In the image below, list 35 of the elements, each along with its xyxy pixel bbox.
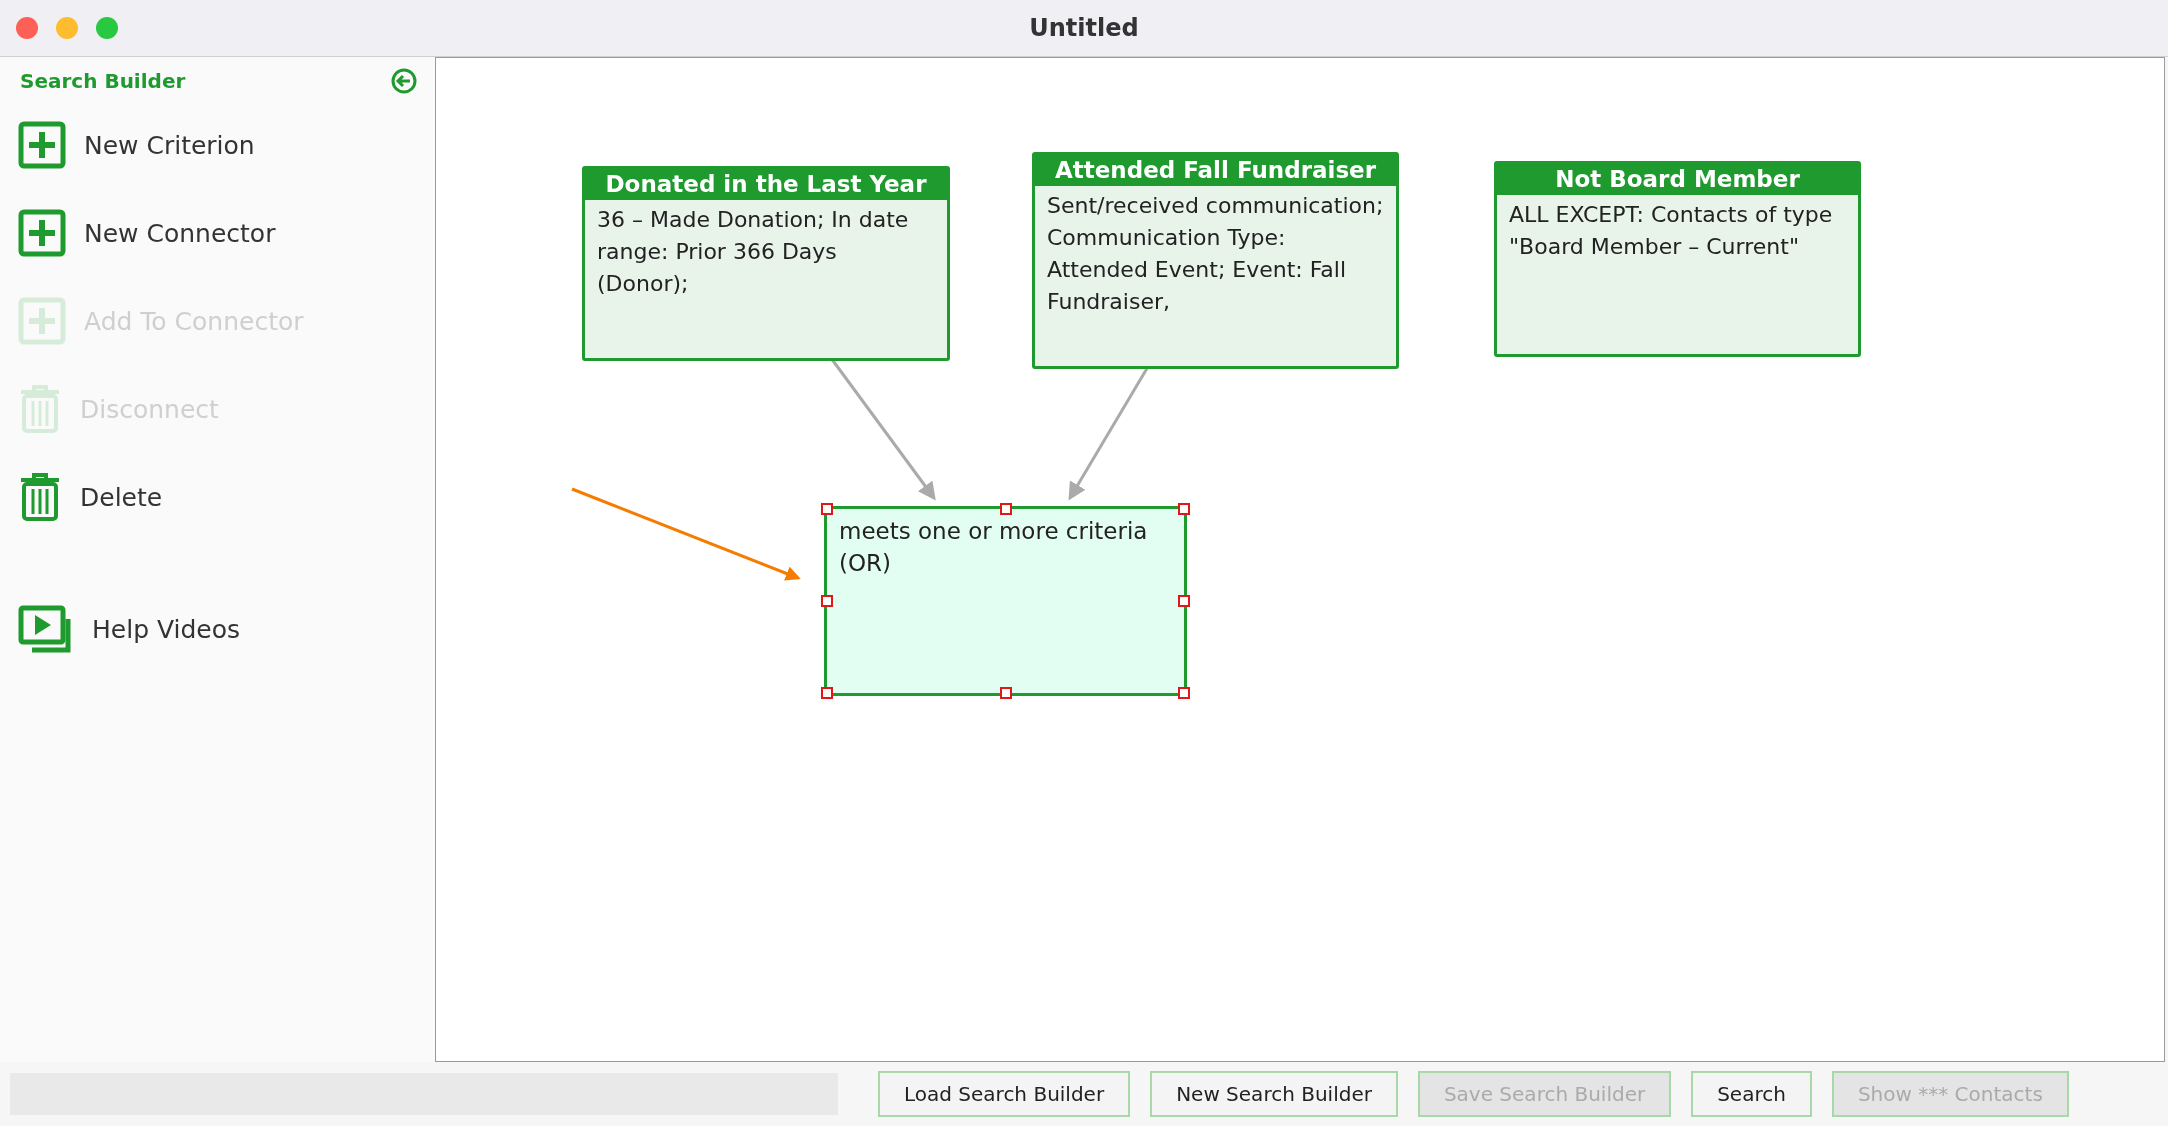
trash-icon	[18, 384, 62, 434]
action-button[interactable]: Search	[1691, 1071, 1812, 1117]
action-button[interactable]: New Search Builder	[1150, 1071, 1398, 1117]
criterion-node[interactable]: Not Board Member ALL EXCEPT: Contacts of type "Board Member – Current"	[1494, 161, 1861, 357]
connector-label: meets one or more criteria (OR)	[839, 517, 1149, 578]
trash-icon	[18, 472, 62, 522]
resize-handle[interactable]	[1178, 503, 1190, 515]
resize-handle[interactable]	[821, 687, 833, 699]
criterion-title: Attended Fall Fundraiser	[1035, 155, 1396, 186]
sidebar-item[interactable]: Help Videos	[0, 585, 435, 673]
sidebar-item[interactable]: New Connector	[0, 189, 435, 277]
resize-handle[interactable]	[999, 687, 1012, 699]
resize-handle[interactable]	[1178, 595, 1190, 607]
sidebar-item[interactable]: New Criterion	[0, 101, 435, 189]
plus-square-icon	[18, 121, 66, 169]
plus-square-icon	[18, 297, 66, 345]
criterion-node[interactable]: Donated in the Last Year 36 – Made Donation; In date range: Prior 366 Days (Donor);	[582, 166, 950, 361]
connector-node[interactable]: meets one or more criteria (OR)	[824, 506, 1187, 696]
criterion-title: Donated in the Last Year	[585, 169, 947, 200]
resize-handle[interactable]	[999, 503, 1012, 515]
video-play-icon	[18, 605, 74, 653]
resize-handle[interactable]	[821, 503, 833, 515]
criterion-description: ALL EXCEPT: Contacts of type "Board Member – Current"	[1508, 201, 1834, 261]
window-title: Untitled	[1029, 14, 1139, 42]
resize-handle[interactable]	[821, 595, 833, 607]
criterion-title: Not Board Member	[1497, 164, 1858, 195]
action-button[interactable]: Load Search Builder	[878, 1071, 1131, 1117]
plus-square-icon	[18, 209, 66, 257]
criterion-description: 36 – Made Donation; In date range: Prior 366 Days (Donor);	[596, 206, 910, 298]
sidebar-item[interactable]: Delete	[0, 453, 435, 541]
close-button[interactable]	[16, 17, 38, 39]
sidebar-title: Search Builder	[20, 69, 186, 93]
resize-handle[interactable]	[1178, 687, 1190, 699]
criterion-description: Sent/received communication; Communication Type: Attended Event; Event: Fall Fundraiser,	[1046, 192, 1385, 316]
criterion-node[interactable]: Attended Fall Fundraiser Sent/received communication; Communication Type: Attended Event; Event: Fall Fundraiser,	[1032, 152, 1399, 369]
